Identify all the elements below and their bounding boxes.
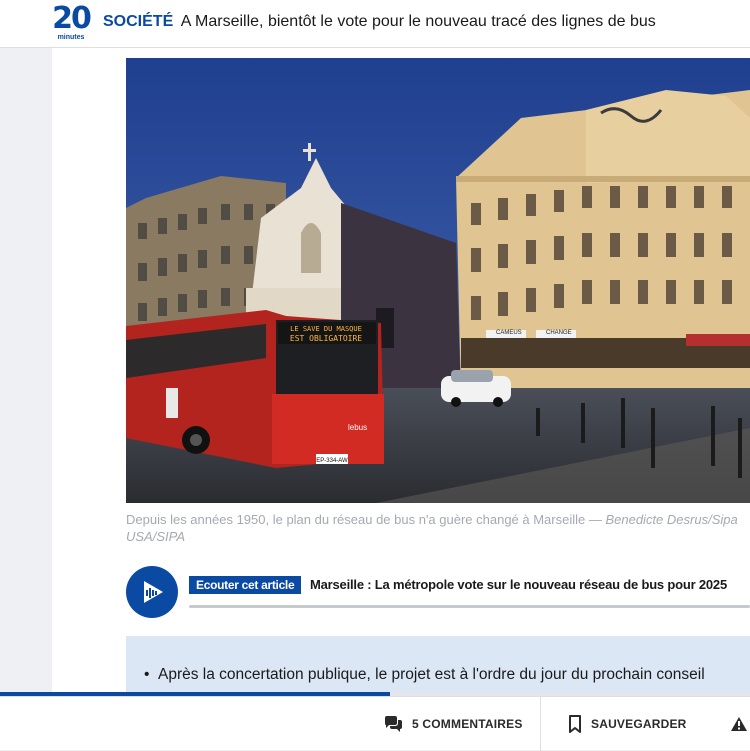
site-logo[interactable]: 20 minutes bbox=[52, 1, 92, 44]
save-button[interactable]: SAUVEGARDER bbox=[568, 697, 687, 751]
listen-badge: Ecouter cet article bbox=[189, 576, 302, 594]
audio-title: Marseille : La métropole vote sur le nou… bbox=[310, 577, 727, 592]
comments-icon bbox=[385, 716, 402, 732]
save-label: SAUVEGARDER bbox=[591, 717, 687, 731]
article-summary: Après la concertation publique, le proje… bbox=[126, 636, 750, 692]
action-divider bbox=[540, 697, 541, 751]
play-button[interactable] bbox=[126, 566, 178, 618]
article-title: A Marseille, bientôt le vote pour le nou… bbox=[180, 13, 656, 30]
comments-label: 5 COMMENTAIRES bbox=[412, 717, 523, 731]
comments-button[interactable]: 5 COMMENTAIRES bbox=[383, 697, 523, 751]
report-button[interactable] bbox=[730, 697, 750, 751]
audio-player: Ecouter cet article Marseille : La métro… bbox=[126, 566, 750, 620]
bus-display-line1: LE SAVE DU MASQUE bbox=[290, 325, 362, 333]
photo-caption: Depuis les années 1950, le plan du résea… bbox=[126, 511, 746, 545]
bus-display-line2: EST OBLIGATOIRE bbox=[290, 334, 362, 343]
shop-sign-1: CAMEUS bbox=[496, 330, 522, 336]
bus-plate: EP-334-AW bbox=[316, 458, 348, 464]
article-content: LE SAVE DU MASQUE EST OBLIGATOIRE lebus … bbox=[52, 48, 750, 692]
article-headline: SOCIÉTÉ A Marseille, bientôt le vote pou… bbox=[103, 13, 656, 31]
audio-progress-bar[interactable] bbox=[189, 605, 750, 608]
summary-list: Après la concertation publique, le proje… bbox=[126, 636, 750, 684]
shop-sign-2: CHANGE bbox=[546, 330, 572, 336]
bookmark-icon bbox=[569, 715, 581, 733]
summary-bullet: Après la concertation publique, le proje… bbox=[144, 666, 750, 684]
play-waveform-icon bbox=[144, 581, 163, 603]
caption-text: Depuis les années 1950, le plan du résea… bbox=[126, 512, 606, 527]
top-bar: 20 minutes SOCIÉTÉ A Marseille, bientôt … bbox=[0, 0, 750, 48]
bottom-action-bar: 5 COMMENTAIRES SAUVEGARDER bbox=[0, 696, 750, 751]
section-label[interactable]: SOCIÉTÉ bbox=[103, 13, 173, 30]
warning-icon bbox=[731, 717, 747, 731]
article-photo[interactable]: LE SAVE DU MASQUE EST OBLIGATOIRE lebus … bbox=[126, 58, 750, 503]
bus-street-photo: LE SAVE DU MASQUE EST OBLIGATOIRE lebus … bbox=[126, 58, 750, 503]
bus-brand: lebus bbox=[348, 423, 367, 432]
logo-number: 20 bbox=[52, 1, 92, 36]
logo-word: minutes bbox=[57, 34, 85, 41]
